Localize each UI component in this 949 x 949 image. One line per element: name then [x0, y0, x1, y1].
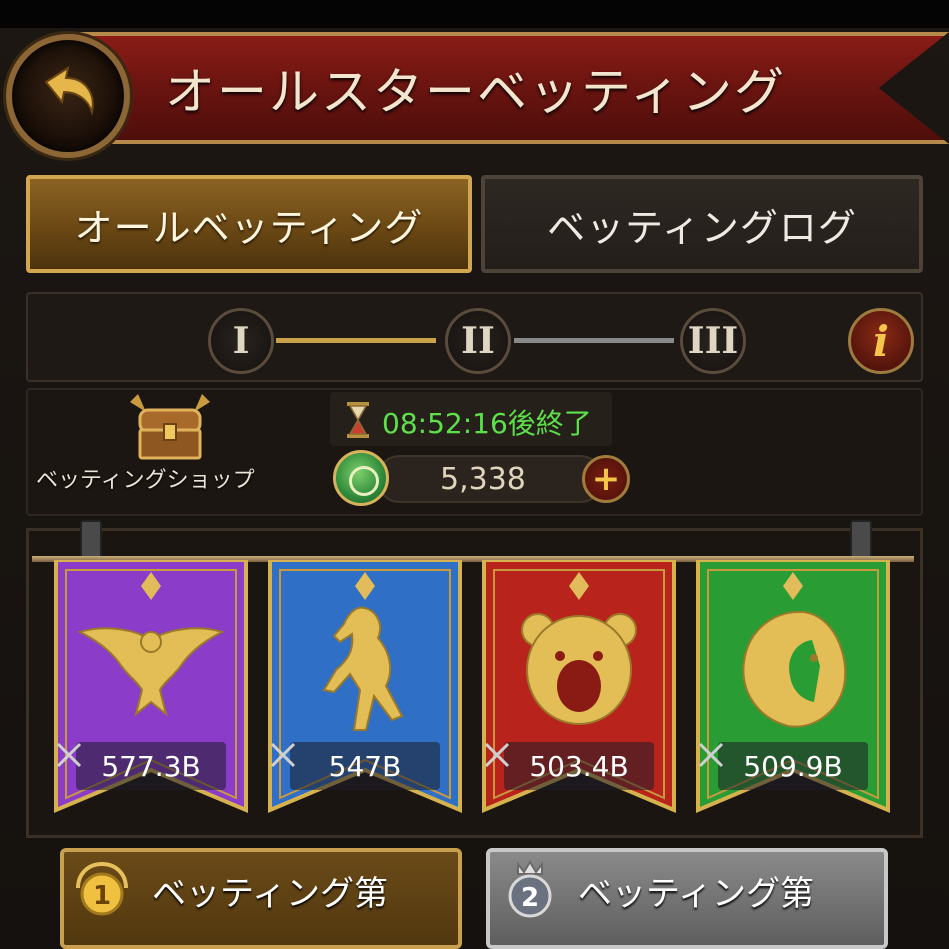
lion-icon	[742, 610, 847, 728]
treasure-chest-icon	[130, 394, 210, 460]
team-banner-eagle[interactable]: 577.3B	[54, 560, 248, 822]
crossed-swords-icon	[698, 742, 724, 768]
add-currency-button[interactable]: +	[582, 455, 630, 503]
rank-card-label: ベッティング第	[152, 874, 388, 914]
page-title: オールスターベッティング	[165, 63, 786, 121]
banner-value-row: 547B	[268, 740, 462, 792]
countdown-timer: 08:52:16後終了	[382, 407, 592, 440]
currency-value: 5,338	[440, 462, 526, 497]
pole-hook-right	[850, 520, 872, 560]
horse-icon	[322, 606, 404, 731]
top-strip	[0, 0, 949, 28]
bet-total: 509.9B	[743, 749, 843, 783]
crossed-swords-icon	[484, 742, 510, 768]
stage-node-3[interactable]: III	[680, 308, 746, 374]
bear-icon	[521, 613, 637, 725]
back-button[interactable]	[6, 34, 130, 158]
betting-shop-label: ベッティングショップ	[36, 468, 255, 493]
team-banner-horse[interactable]: 547B	[268, 560, 462, 822]
team-banner-lion[interactable]: 509.9B	[696, 560, 890, 822]
info-button[interactable]: i	[848, 308, 914, 374]
rank-number: 1	[93, 881, 111, 911]
stage-line-done	[276, 338, 436, 343]
pole-hook-left	[80, 520, 102, 560]
crossed-swords-icon	[270, 742, 296, 768]
stage-line-pending	[514, 338, 674, 343]
banner-value-row: 577.3B	[54, 740, 248, 792]
hourglass-icon	[347, 402, 369, 438]
banner-value-row: 503.4B	[482, 740, 676, 792]
rank-card-label: ベッティング第	[578, 874, 814, 914]
rank-number: 2	[521, 883, 539, 913]
betting-shop-button[interactable]	[124, 392, 216, 468]
curved-arrow-back-icon	[44, 65, 94, 116]
tab-betting-log[interactable]: ベッティングログ	[481, 175, 923, 273]
silver-medal-icon: 2	[508, 860, 552, 918]
stage-node-1[interactable]: I	[208, 308, 274, 374]
bet-total: 577.3B	[101, 749, 201, 783]
bet-total: 503.4B	[529, 749, 629, 783]
betting-coin-icon	[333, 450, 389, 506]
tab-all-betting[interactable]: オールベッティング	[26, 175, 472, 273]
crossed-swords-icon	[56, 742, 82, 768]
banner-value-row: 509.9B	[696, 740, 890, 792]
bet-total: 547B	[328, 749, 402, 783]
stage-node-2[interactable]: II	[445, 308, 511, 374]
team-banner-bear[interactable]: 503.4B	[482, 560, 676, 822]
gold-medal-icon: 1	[76, 861, 128, 916]
eagle-icon	[77, 627, 225, 717]
